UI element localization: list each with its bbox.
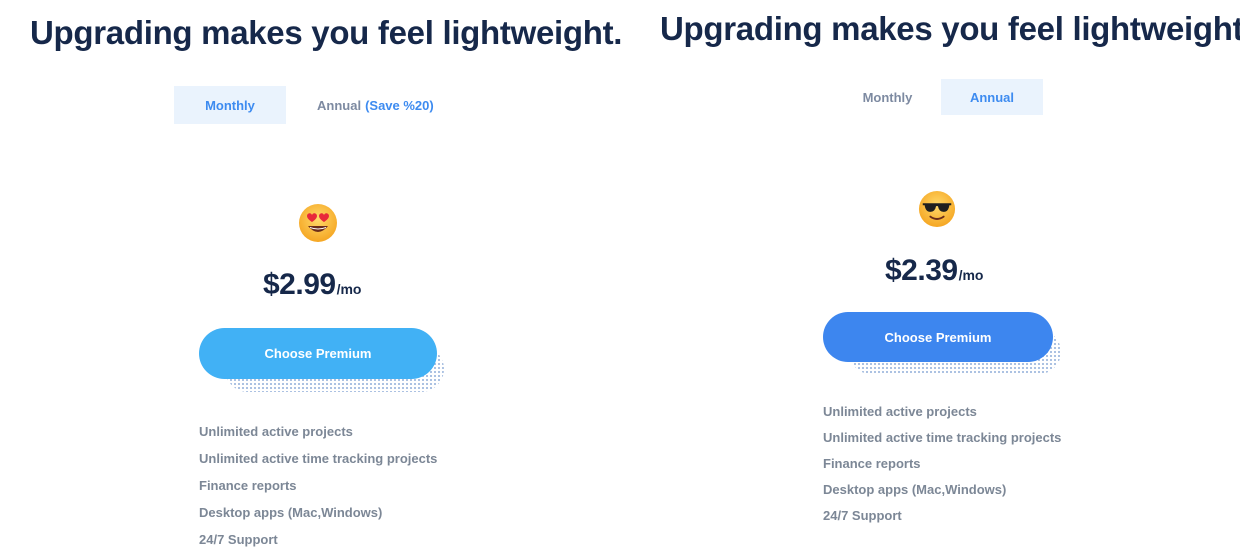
feature-item: 24/7 Support xyxy=(199,532,278,547)
tab-annual-label: Annual xyxy=(969,89,1015,105)
feature-item: 24/7 Support xyxy=(823,508,902,523)
feature-item: Finance reports xyxy=(199,478,297,493)
choose-premium-button[interactable]: Choose Premium xyxy=(199,328,437,379)
tab-monthly-label: Monthly xyxy=(205,97,255,113)
feature-item: Unlimited active projects xyxy=(823,404,977,419)
save-badge: (Save %20) xyxy=(365,97,434,113)
tab-annual[interactable]: Annual (Save %20) xyxy=(286,86,434,124)
page-title: Upgrading makes you feel lightweight. xyxy=(660,10,1240,47)
pricing-panel-annual: Upgrading makes you feel lightweight. Mo… xyxy=(630,0,1240,560)
heart-eyes-emoji-icon xyxy=(299,204,337,242)
feature-item: Finance reports xyxy=(823,456,921,471)
billing-toggle: Monthly Annual xyxy=(834,79,1043,115)
feature-list: Unlimited active projects Unlimited acti… xyxy=(823,404,1061,534)
tab-monthly[interactable]: Monthly xyxy=(174,86,286,124)
tab-monthly-label: Monthly xyxy=(862,89,913,105)
billing-toggle: Monthly Annual (Save %20) xyxy=(174,86,434,124)
price: $2.99 /mo xyxy=(263,268,361,302)
sunglasses-emoji-icon xyxy=(918,190,956,228)
feature-item: Unlimited active projects xyxy=(199,424,353,439)
price-amount: $2.99 xyxy=(263,268,336,301)
cta-wrapper: Choose Premium xyxy=(823,312,1061,374)
feature-item: Desktop apps (Mac,Windows) xyxy=(199,505,383,520)
tab-monthly[interactable]: Monthly xyxy=(834,79,941,115)
choose-premium-button[interactable]: Choose Premium xyxy=(823,312,1053,362)
page-title: Upgrading makes you feel lightweight. xyxy=(30,14,623,51)
price-amount: $2.39 xyxy=(885,254,958,287)
pricing-panel-monthly: Upgrading makes you feel lightweight. Mo… xyxy=(0,0,630,560)
feature-item: Unlimited active time tracking projects xyxy=(199,451,438,466)
feature-item: Desktop apps (Mac,Windows) xyxy=(823,482,1007,497)
price-unit: /mo xyxy=(958,267,984,283)
feature-list: Unlimited active projects Unlimited acti… xyxy=(199,424,437,559)
cta-wrapper: Choose Premium xyxy=(199,328,444,392)
price-unit: /mo xyxy=(336,281,362,297)
price: $2.39 /mo xyxy=(885,254,983,288)
tab-annual-label: Annual xyxy=(317,97,362,113)
tab-annual[interactable]: Annual xyxy=(941,79,1043,115)
feature-item: Unlimited active time tracking projects xyxy=(823,430,1062,445)
